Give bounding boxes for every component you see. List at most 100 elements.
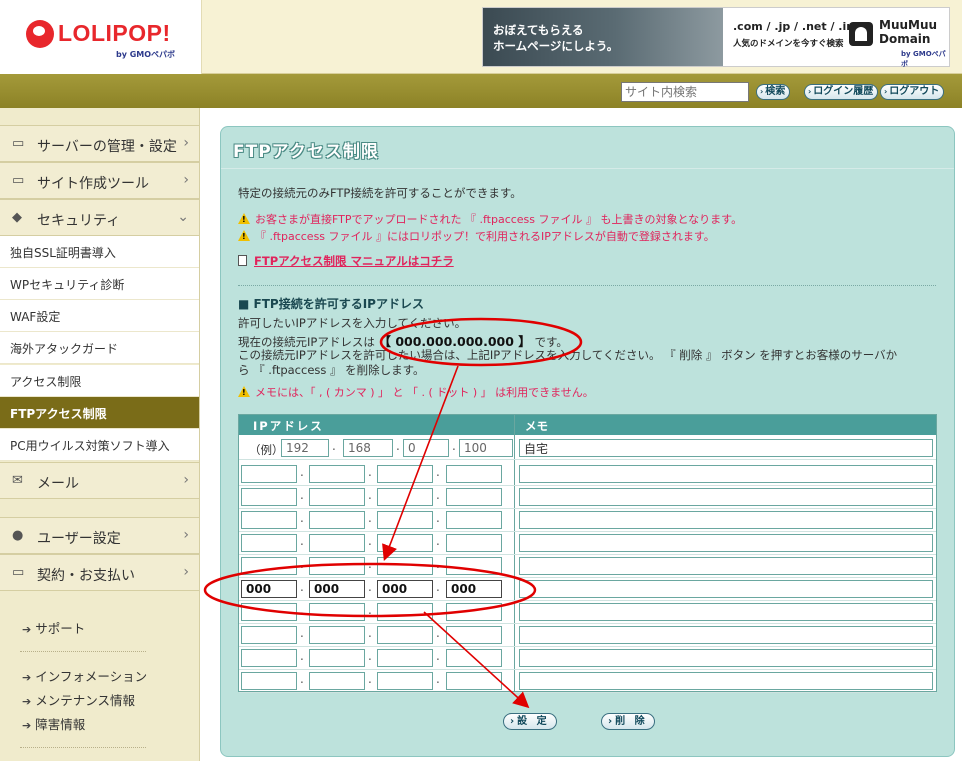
memo-input[interactable]	[519, 626, 933, 644]
sidebar-link-support[interactable]: ➔ サポート	[22, 618, 85, 637]
sidebar-link-information[interactable]: ➔ インフォメーション	[22, 666, 147, 685]
memo-input[interactable]	[519, 603, 933, 621]
ad-banner[interactable]: おぼえてもらえる ホームページにしよう。 .com / .jp / .net /…	[482, 7, 950, 68]
sidebar-item-site-tools[interactable]: ▭ サイト作成ツール ›	[0, 162, 199, 199]
sidebar-sub-ftp-access[interactable]: FTPアクセス制限	[0, 397, 199, 429]
ip-octet-input[interactable]	[241, 672, 297, 690]
sidebar-item-label: ユーザー設定	[37, 531, 121, 547]
ip-dot-separator: .	[300, 580, 304, 594]
section-title: ■ FTP接続を許可するIPアドレス	[238, 297, 424, 311]
ip-octet-input[interactable]	[377, 649, 433, 667]
logo[interactable]: LOLIPOP! by GMOペパボ	[0, 0, 202, 74]
ip-octet-input[interactable]	[377, 557, 433, 575]
ip-octet-input[interactable]	[241, 580, 297, 598]
sidebar-sub-waf[interactable]: WAF設定	[0, 300, 199, 332]
ip-octet-input[interactable]	[377, 488, 433, 506]
chevron-right-icon: ›	[183, 172, 189, 188]
ip-octet-input[interactable]	[241, 488, 297, 506]
ip-dot-separator: .	[436, 534, 440, 548]
ip-octet-input[interactable]	[343, 439, 393, 457]
header: LOLIPOP! by GMOペパボ おぼえてもらえる ホームページにしよう。 …	[0, 0, 962, 74]
ip-octet-input[interactable]	[377, 603, 433, 621]
ip-octet-input[interactable]	[446, 649, 502, 667]
ip-octet-input[interactable]	[446, 603, 502, 621]
ip-dot-separator: .	[368, 580, 372, 594]
muumuu-sub: by GMOペパボ	[901, 50, 946, 68]
ip-octet-input[interactable]	[241, 603, 297, 621]
memo-input[interactable]	[519, 439, 933, 457]
ip-octet-input[interactable]	[309, 511, 365, 529]
ip-dot-separator: .	[436, 488, 440, 502]
table-row	[239, 508, 936, 509]
ip-octet-input[interactable]	[309, 534, 365, 552]
ip-octet-input[interactable]	[309, 580, 365, 598]
memo-input[interactable]	[519, 649, 933, 667]
sidebar-sub-ssl[interactable]: 独自SSL証明書導入	[0, 236, 199, 268]
ip-octet-input[interactable]	[281, 439, 329, 457]
memo-input[interactable]	[519, 557, 933, 575]
sidebar-item-user-settings[interactable]: ● ユーザー設定 ›	[0, 517, 199, 554]
ip-octet-input[interactable]	[241, 649, 297, 667]
memo-input[interactable]	[519, 534, 933, 552]
sidebar-item-mail[interactable]: ✉ メール ›	[0, 462, 199, 499]
delete-button-label: 削 除	[615, 716, 648, 727]
sidebar-sub-attack-guard[interactable]: 海外アタックガード	[0, 332, 199, 364]
ip-octet-input[interactable]	[377, 672, 433, 690]
ip-octet-input[interactable]	[377, 626, 433, 644]
ip-dot-separator: .	[368, 534, 372, 548]
ip-octet-input[interactable]	[459, 439, 513, 457]
warning-icon	[238, 213, 250, 224]
ip-octet-input[interactable]	[309, 649, 365, 667]
ip-dot-separator: .	[300, 672, 304, 686]
memo-input[interactable]	[519, 672, 933, 690]
sidebar-sub-access-limit[interactable]: アクセス制限	[0, 365, 199, 397]
ip-octet-input[interactable]	[241, 534, 297, 552]
ip-octet-input[interactable]	[241, 557, 297, 575]
ip-dot-separator: .	[436, 465, 440, 479]
login-history-button[interactable]: › ログイン履歴	[804, 84, 879, 100]
ip-octet-input[interactable]	[446, 465, 502, 483]
ip-octet-input[interactable]	[241, 626, 297, 644]
memo-input[interactable]	[519, 580, 933, 598]
sidebar-item-contract[interactable]: ▭ 契約・お支払い ›	[0, 554, 199, 591]
memo-input[interactable]	[519, 511, 933, 529]
sidebar-sub-wp-security[interactable]: WPセキュリティ診断	[0, 268, 199, 300]
memo-input[interactable]	[519, 488, 933, 506]
ip-octet-input[interactable]	[446, 557, 502, 575]
ip-octet-input[interactable]	[309, 672, 365, 690]
ip-octet-input[interactable]	[446, 626, 502, 644]
ip-octet-input[interactable]	[403, 439, 449, 457]
ip-octet-input[interactable]	[446, 672, 502, 690]
search-button[interactable]: › 検索	[756, 84, 791, 100]
sidebar-item-security[interactable]: ◆ セキュリティ ⌄	[0, 199, 199, 236]
ip-octet-input[interactable]	[446, 534, 502, 552]
ip-octet-input[interactable]	[309, 626, 365, 644]
manual-link[interactable]: FTPアクセス制限 マニュアルはコチラ	[238, 253, 454, 269]
ip-octet-input[interactable]	[446, 580, 502, 598]
ip-dot-separator: .	[436, 672, 440, 686]
ip-octet-input[interactable]	[309, 603, 365, 621]
ip-octet-input[interactable]	[446, 488, 502, 506]
ip-octet-input[interactable]	[241, 465, 297, 483]
site-search-input[interactable]	[621, 82, 749, 102]
sidebar-link-maintenance[interactable]: ➔ メンテナンス情報	[22, 690, 135, 709]
memo-input[interactable]	[519, 465, 933, 483]
ip-octet-input[interactable]	[309, 557, 365, 575]
sidebar-item-server[interactable]: ▭ サーバーの管理・設定 ›	[0, 125, 199, 162]
document-icon	[238, 255, 247, 266]
table-row	[239, 600, 936, 601]
sidebar-link-failure[interactable]: ➔ 障害情報	[22, 714, 85, 733]
ip-octet-input[interactable]	[377, 511, 433, 529]
ip-octet-input[interactable]	[377, 465, 433, 483]
sidebar-sub-antivirus[interactable]: PC用ウイルス対策ソフト導入	[0, 429, 199, 461]
ip-octet-input[interactable]	[309, 465, 365, 483]
delete-button[interactable]: ›削 除	[601, 713, 655, 730]
set-button[interactable]: ›設 定	[503, 713, 557, 730]
ip-octet-input[interactable]	[241, 511, 297, 529]
ip-octet-input[interactable]	[377, 534, 433, 552]
ip-octet-input[interactable]	[446, 511, 502, 529]
ip-octet-input[interactable]	[377, 580, 433, 598]
ip-dot-separator: .	[436, 649, 440, 663]
ip-octet-input[interactable]	[309, 488, 365, 506]
logout-button[interactable]: › ログアウト	[880, 84, 945, 100]
